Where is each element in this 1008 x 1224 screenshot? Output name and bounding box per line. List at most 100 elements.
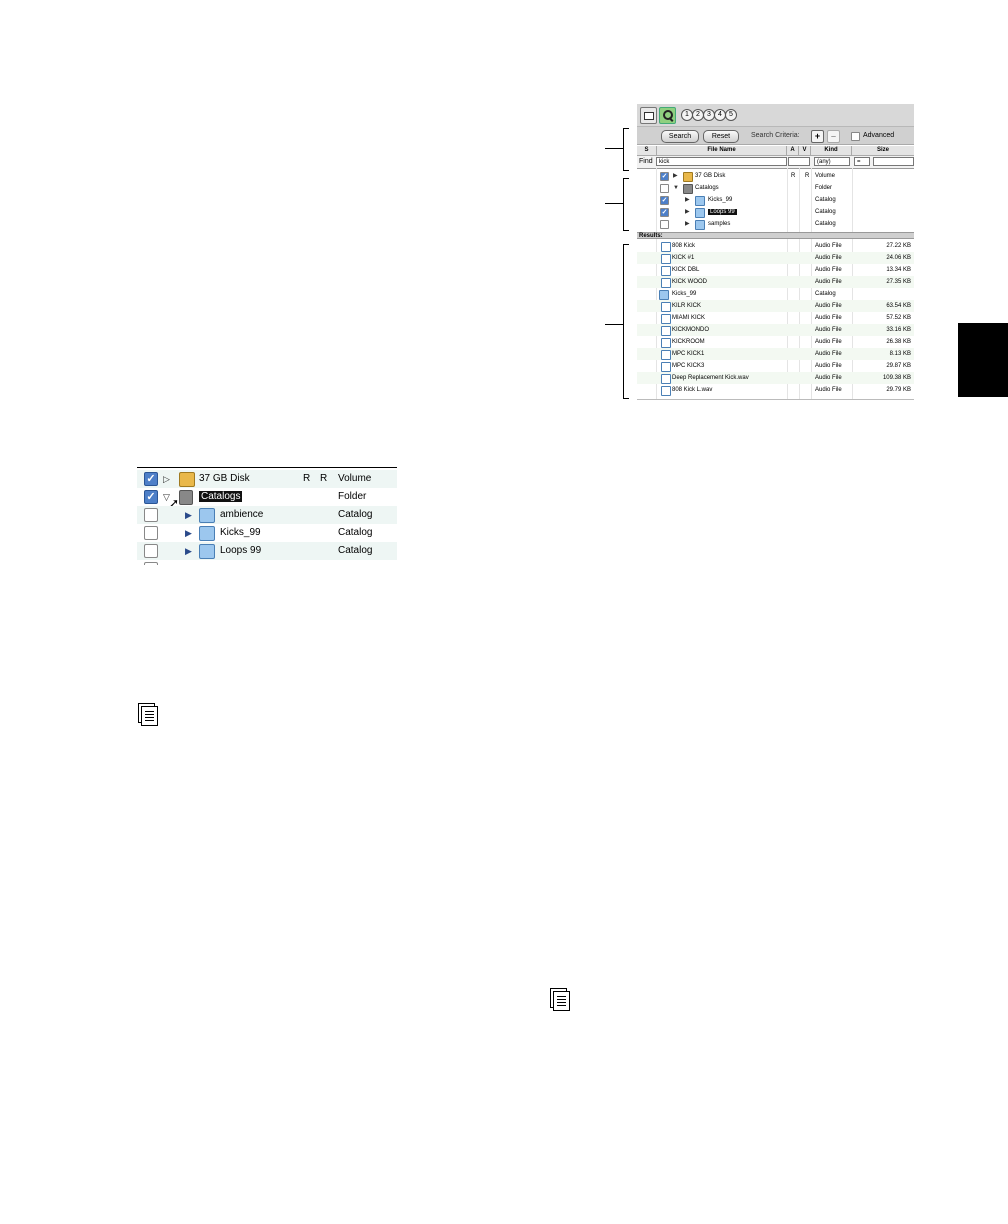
result-kind: Audio File — [815, 303, 842, 309]
browser-toolbar: 1 2 3 4 5 — [637, 104, 914, 127]
col-header-size[interactable]: Size — [852, 146, 914, 155]
column-header-row: S File Name A V Kind Size — [637, 146, 914, 156]
result-name: KICKMONDO — [672, 327, 710, 333]
result-kind: Audio File — [815, 243, 842, 249]
callout-bracket — [623, 128, 629, 171]
expand-triangle-icon[interactable]: ▶ — [185, 524, 192, 542]
location-row[interactable]: ▼ Catalogs Folder — [637, 182, 914, 194]
collapse-triangle-icon[interactable]: ▼ — [673, 182, 679, 194]
location-name: samples — [708, 221, 731, 227]
callout-line — [605, 148, 623, 149]
result-row[interactable]: KICK #1 Audio File 24.06 KB — [637, 252, 914, 264]
audio-file-icon — [661, 278, 671, 288]
result-name: Kicks_99 — [672, 291, 697, 297]
result-row[interactable]: KICKROOM Audio File 26.38 KB — [637, 336, 914, 348]
expand-triangle-icon[interactable]: ▶ — [685, 206, 690, 218]
location-checkbox[interactable]: ✓ — [660, 196, 669, 205]
result-row[interactable]: Kicks_99 Catalog — [637, 288, 914, 300]
audio-file-icon — [661, 314, 671, 324]
result-name: KICK DBL — [672, 267, 700, 273]
col-header-filename[interactable]: File Name — [657, 146, 787, 155]
result-row[interactable]: MPC KICK3 Audio File 29.87 KB — [637, 360, 914, 372]
result-row[interactable]: 808 Kick Audio File 27.22 KB — [637, 240, 914, 252]
find-size-field[interactable] — [873, 157, 914, 166]
col-header-kind[interactable]: Kind — [811, 146, 852, 155]
chapter-tab — [958, 323, 1008, 397]
location-row[interactable]: ✓ ▷ 37 GB Disk R R Volume — [137, 470, 397, 488]
result-size: 27.35 KB — [886, 279, 911, 285]
memory-slot-5[interactable]: 5 — [725, 109, 737, 121]
location-checkbox[interactable] — [144, 526, 158, 540]
location-row[interactable]: ▶ ambience Catalog — [137, 506, 397, 524]
reset-button[interactable]: Reset — [703, 130, 739, 143]
add-criteria-button[interactable]: + — [811, 130, 824, 143]
remove-criteria-button[interactable]: – — [827, 130, 840, 143]
location-name: Kicks_99 — [220, 527, 261, 538]
expand-triangle-icon[interactable]: ▶ — [185, 506, 192, 524]
result-row[interactable]: KICK WOOD Audio File 27.35 KB — [637, 276, 914, 288]
location-checkbox[interactable] — [144, 544, 158, 558]
catalog-folder-icon — [683, 184, 693, 194]
location-v: R — [805, 173, 810, 179]
location-checkbox[interactable] — [144, 562, 158, 565]
location-kind: Catalog — [815, 197, 836, 203]
location-row[interactable]: ▶ Loops 99 Catalog — [137, 542, 397, 560]
col-header-a[interactable]: A — [787, 146, 799, 155]
result-row[interactable]: MIAMI KICK Audio File 57.52 KB — [637, 312, 914, 324]
location-row[interactable]: ▶ samples Catalog — [637, 218, 914, 230]
location-row[interactable]: ✓ ▶ Loops 99 Catalog — [637, 206, 914, 218]
expand-triangle-icon[interactable]: ▷ — [163, 470, 170, 488]
location-row[interactable]: ✓ ▶ Kicks_99 Catalog — [637, 194, 914, 206]
expand-triangle-icon[interactable]: ▶ — [185, 542, 192, 560]
location-kind: Catalog — [338, 545, 373, 556]
expand-triangle-icon[interactable]: ▶ — [673, 170, 678, 182]
result-kind: Audio File — [815, 387, 842, 393]
search-button[interactable]: Search — [661, 130, 699, 143]
result-row[interactable]: MPC KICK1 Audio File 8.13 KB — [637, 348, 914, 360]
browser-menu-icon[interactable] — [640, 107, 657, 124]
location-row[interactable]: ✓ ▽ Catalogs Folder ➚ — [137, 488, 397, 510]
result-kind: Audio File — [815, 315, 842, 321]
catalog-icon — [695, 220, 705, 230]
find-kind-field[interactable]: (any) — [814, 157, 850, 166]
result-row[interactable]: KICKMONDO Audio File 33.16 KB — [637, 324, 914, 336]
location-checkbox[interactable] — [144, 508, 158, 522]
location-checkbox[interactable] — [660, 220, 669, 229]
results-divider[interactable]: Results: — [637, 232, 914, 239]
location-checkbox[interactable]: ✓ — [660, 208, 669, 217]
catalog-icon — [659, 290, 669, 300]
result-name: KICKROOM — [672, 339, 705, 345]
callout-bracket — [623, 244, 629, 399]
audio-file-icon — [661, 254, 671, 264]
volume-icon — [683, 172, 693, 182]
find-av-field[interactable] — [788, 157, 810, 166]
result-row[interactable]: 808 Kick L.wav Audio File 29.79 KB — [637, 384, 914, 396]
location-name-selected: Loops 99 — [708, 209, 737, 215]
location-row[interactable]: ▶ Kicks_99 Catalog — [137, 524, 397, 542]
location-v: R — [320, 473, 328, 484]
location-row[interactable]: ✓ ▶ 37 GB Disk R R Volume — [637, 170, 914, 182]
col-header-s[interactable]: S — [637, 146, 657, 155]
location-checkbox[interactable] — [660, 184, 669, 193]
expand-triangle-icon[interactable]: ▶ — [685, 218, 690, 230]
search-icon[interactable] — [659, 107, 676, 124]
audio-file-icon — [661, 242, 671, 252]
result-row[interactable]: KICK DBL Audio File 13.34 KB — [637, 264, 914, 276]
audio-file-icon — [661, 374, 671, 384]
advanced-checkbox[interactable] — [851, 132, 860, 141]
location-checkbox[interactable]: ✓ — [144, 472, 158, 486]
volume-icon — [179, 472, 195, 487]
find-name-field[interactable]: kick — [656, 157, 787, 166]
result-kind: Audio File — [815, 351, 842, 357]
col-header-v[interactable]: V — [799, 146, 811, 155]
result-row[interactable]: Deep Replacement Kick.wav Audio File 109.3… — [637, 372, 914, 384]
location-checkbox[interactable]: ✓ — [660, 172, 669, 181]
location-checkbox[interactable]: ✓ — [144, 490, 158, 504]
expand-triangle-icon[interactable]: ▶ — [685, 194, 690, 206]
search-criteria-bar: Search Reset Search Criteria: + – Advanc… — [637, 127, 914, 145]
result-name: MIAMI KICK — [672, 315, 706, 321]
callout-line — [605, 203, 623, 204]
result-row[interactable]: KILR KICK Audio File 63.54 KB — [637, 300, 914, 312]
find-size-operator[interactable]: = — [854, 157, 870, 166]
result-size: 26.38 KB — [886, 339, 911, 345]
